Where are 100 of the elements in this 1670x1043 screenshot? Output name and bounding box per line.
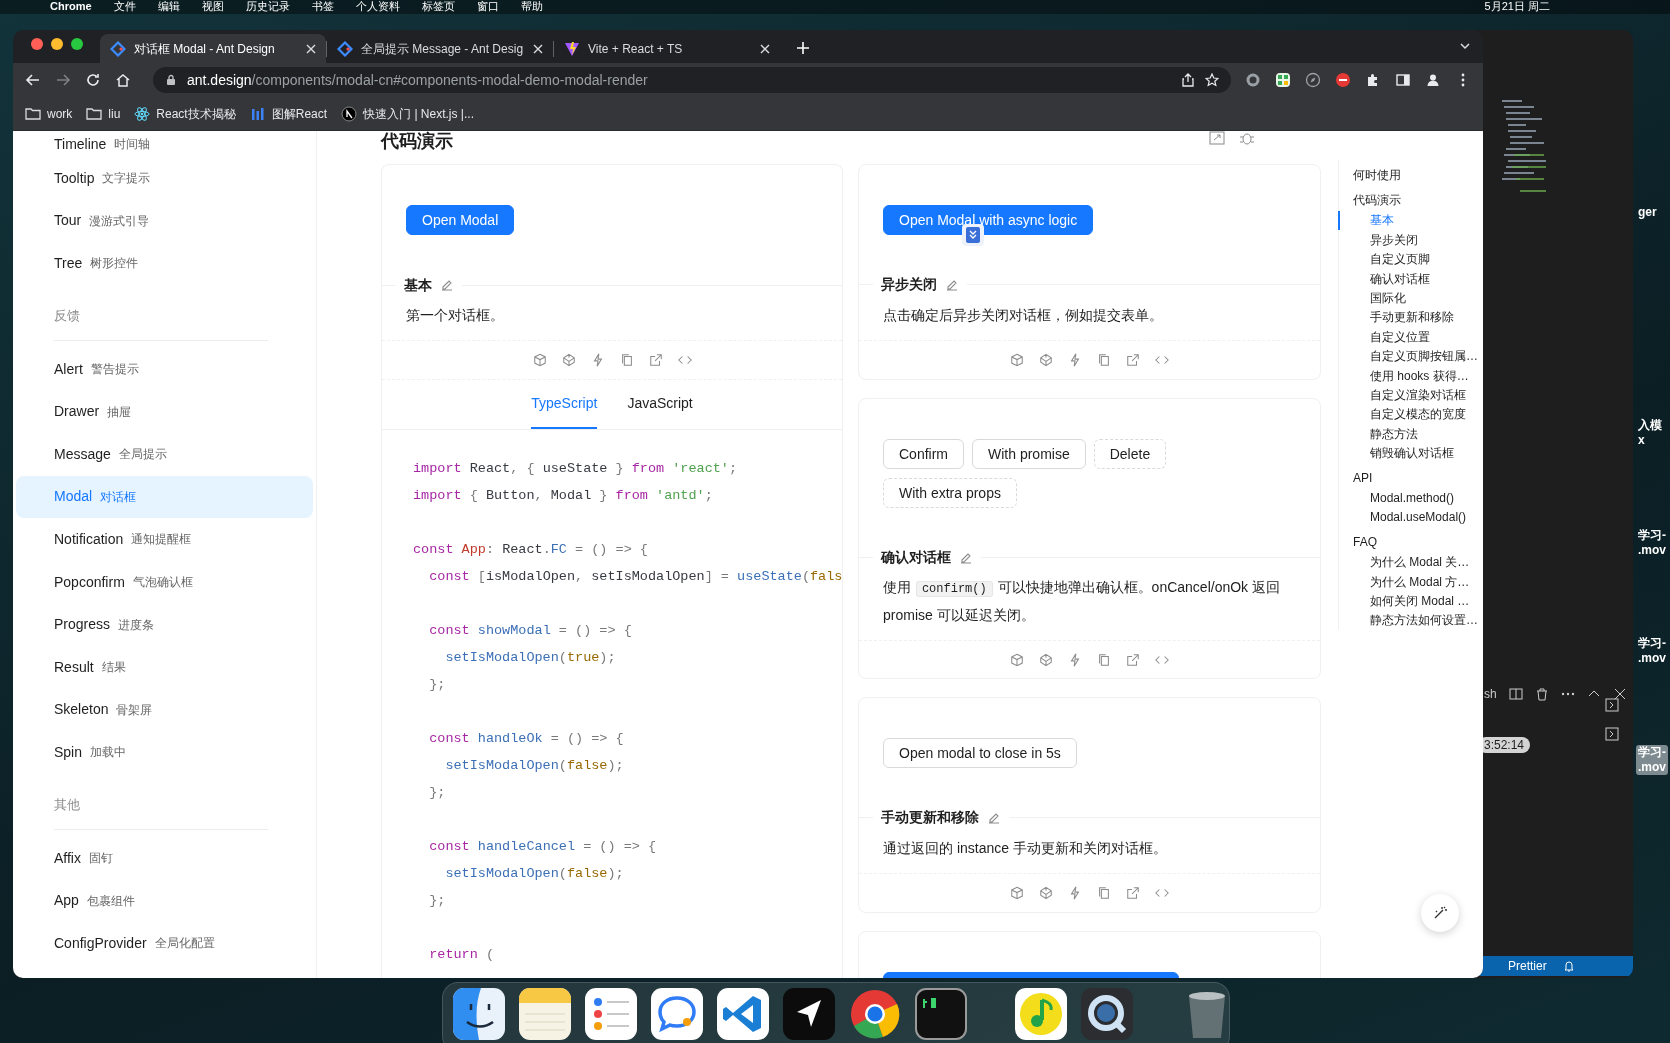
desktop-file-label[interactable]: ger xyxy=(1636,205,1659,220)
checklist-icon[interactable] xyxy=(585,988,637,1040)
app-menu[interactable]: Chrome xyxy=(50,0,92,12)
close-icon[interactable] xyxy=(533,43,543,54)
toc-link[interactable]: Modal.method() xyxy=(1338,488,1478,508)
toc-link[interactable]: 静态方法如何设置… xyxy=(1338,610,1478,631)
button[interactable]: Open Modal xyxy=(406,205,515,235)
browser-tab[interactable]: Vite + React + TS xyxy=(554,34,780,63)
toc-link[interactable]: 基本 xyxy=(1338,210,1478,231)
toc-link[interactable]: 异步关闭 xyxy=(1338,230,1478,250)
sidebar-item[interactable]: Notification 通知提醒框 xyxy=(16,518,313,561)
code-editor-icon[interactable] xyxy=(717,988,769,1040)
split-icon[interactable] xyxy=(1508,687,1523,701)
toc-link[interactable]: FAQ xyxy=(1339,532,1478,553)
back-icon[interactable] xyxy=(25,72,41,88)
address-bar[interactable]: ant.design/components/modal-cn#components-modal-demo-modal-render xyxy=(153,67,1231,93)
close-icon[interactable] xyxy=(306,43,316,54)
code-tab[interactable]: TypeScript xyxy=(531,380,598,429)
external-link-icon[interactable] xyxy=(1126,652,1140,667)
bell-icon[interactable] xyxy=(1562,960,1575,972)
hexagon-icon[interactable] xyxy=(561,353,576,367)
notepad-icon[interactable] xyxy=(519,988,571,1040)
lightning-icon[interactable] xyxy=(590,353,605,367)
button[interactable]: Confirm xyxy=(883,439,964,469)
toc-link[interactable]: 使用 hooks 获得… xyxy=(1338,365,1478,386)
menu-item[interactable]: 历史记录 xyxy=(245,0,290,12)
toc-link[interactable]: 销毁确认对话框 xyxy=(1338,443,1478,463)
external-link-icon[interactable] xyxy=(1126,352,1140,367)
toc-link[interactable]: 为什么 Modal 关… xyxy=(1338,552,1478,572)
sidebar-item[interactable]: Message 全局提示 xyxy=(16,432,313,476)
bookmark[interactable]: 图解React xyxy=(249,104,328,123)
menu-item[interactable]: 视图 xyxy=(201,0,224,12)
sidebar-item[interactable]: Alert 警告提示 xyxy=(16,347,313,391)
chevron-down-icon[interactable] xyxy=(1459,40,1471,52)
toc-link[interactable]: 静态方法 xyxy=(1338,424,1478,444)
copy-icon[interactable] xyxy=(1097,352,1111,367)
sidebar-item[interactable]: ConfigProvider 全局化配置 xyxy=(16,921,313,965)
music-note-icon[interactable] xyxy=(1015,988,1067,1040)
toc-link[interactable]: 自定义渲染对话框 xyxy=(1338,385,1478,405)
window-control[interactable] xyxy=(31,38,43,50)
sidebar-item[interactable]: App 包裹组件 xyxy=(16,879,313,922)
sidebar-item[interactable]: Modal 对话框 xyxy=(16,475,313,519)
desktop-file-label[interactable]: 入模 x xyxy=(1636,418,1664,448)
terminal-tab[interactable]: sh xyxy=(1484,685,1497,703)
copy-icon[interactable] xyxy=(1097,652,1111,667)
menu-item[interactable]: 文件 xyxy=(113,0,136,12)
share-icon[interactable] xyxy=(1181,73,1195,87)
trash-icon[interactable] xyxy=(1534,687,1549,701)
external-link-icon[interactable] xyxy=(1126,885,1140,900)
sidebar-item[interactable]: Tour 漫游式引导 xyxy=(16,199,313,243)
toc-link[interactable]: 代码演示 xyxy=(1339,190,1478,211)
toc-link[interactable]: Modal.useModal() xyxy=(1338,507,1478,528)
sidebar-item[interactable]: Affix 固钉 xyxy=(16,836,313,880)
toc-link[interactable]: 自定义位置 xyxy=(1338,327,1478,347)
button[interactable]: With extra props xyxy=(883,478,1017,508)
toc-link[interactable]: 自定义模态的宽度 xyxy=(1338,404,1478,425)
menu-item[interactable]: 书签 xyxy=(311,0,334,12)
cube-icon[interactable] xyxy=(1010,352,1024,367)
record-icon[interactable] xyxy=(1245,72,1261,88)
forward-icon[interactable] xyxy=(55,72,71,88)
desktop-file-label[interactable]: 学习- .mov xyxy=(1636,528,1668,558)
compass-icon[interactable] xyxy=(1305,72,1321,88)
window-control[interactable] xyxy=(51,38,63,50)
magic-wand-button[interactable] xyxy=(1421,894,1459,932)
browser-tab[interactable]: 对话框 Modal - Ant Design xyxy=(100,34,326,63)
toc-link[interactable]: 国际化 xyxy=(1338,288,1478,308)
menu-item[interactable]: 个人资料 xyxy=(355,0,400,12)
desktop-file-label[interactable]: 学习- .mov xyxy=(1636,745,1668,775)
button[interactable]: Delete xyxy=(1093,439,1167,469)
sidebar-item[interactable]: Drawer 抽屉 xyxy=(16,390,313,433)
menu-item[interactable]: 标签页 xyxy=(421,0,455,12)
sidebar-item[interactable]: Timeline 时间轴 xyxy=(16,131,313,157)
bookmark[interactable]: liu xyxy=(86,104,121,123)
window-control[interactable] xyxy=(71,38,83,50)
stop-icon[interactable] xyxy=(1335,72,1351,88)
copy-icon[interactable] xyxy=(1097,885,1111,900)
sidebar-item[interactable]: Tree 树形控件 xyxy=(16,242,313,285)
menu-item[interactable]: 帮助 xyxy=(520,0,543,12)
terminal-icon[interactable] xyxy=(1605,698,1619,712)
sidebar-item[interactable]: Skeleton 骨架屏 xyxy=(16,688,313,732)
close-icon[interactable] xyxy=(760,43,770,54)
code-tab[interactable]: JavaScript xyxy=(627,380,693,429)
sidebar-item[interactable]: Result 结果 xyxy=(16,645,313,689)
plus-icon[interactable] xyxy=(796,41,810,55)
toc-link[interactable]: 自定义页脚按钮属… xyxy=(1338,346,1478,366)
sidebar-item[interactable]: Popconfirm 气泡确认框 xyxy=(16,560,313,604)
reload-icon[interactable] xyxy=(85,72,101,88)
home-icon[interactable] xyxy=(115,72,131,88)
edit-icon[interactable] xyxy=(440,278,454,292)
magnifier-icon[interactable] xyxy=(1081,988,1133,1040)
menu-item[interactable]: 窗口 xyxy=(476,0,499,12)
toc-link[interactable]: 如何关闭 Modal … xyxy=(1338,591,1478,611)
smiling-face-icon[interactable] xyxy=(453,988,505,1040)
hexagon-icon[interactable] xyxy=(1039,885,1053,900)
toc-link[interactable]: 自定义页脚 xyxy=(1338,249,1478,269)
sidebar-item[interactable]: Progress 进度条 xyxy=(16,603,313,646)
bookmark[interactable]: work xyxy=(25,104,73,123)
cube-icon[interactable] xyxy=(1010,885,1024,900)
copy-icon[interactable] xyxy=(619,353,634,367)
toc-link[interactable]: 何时使用 xyxy=(1339,165,1478,186)
